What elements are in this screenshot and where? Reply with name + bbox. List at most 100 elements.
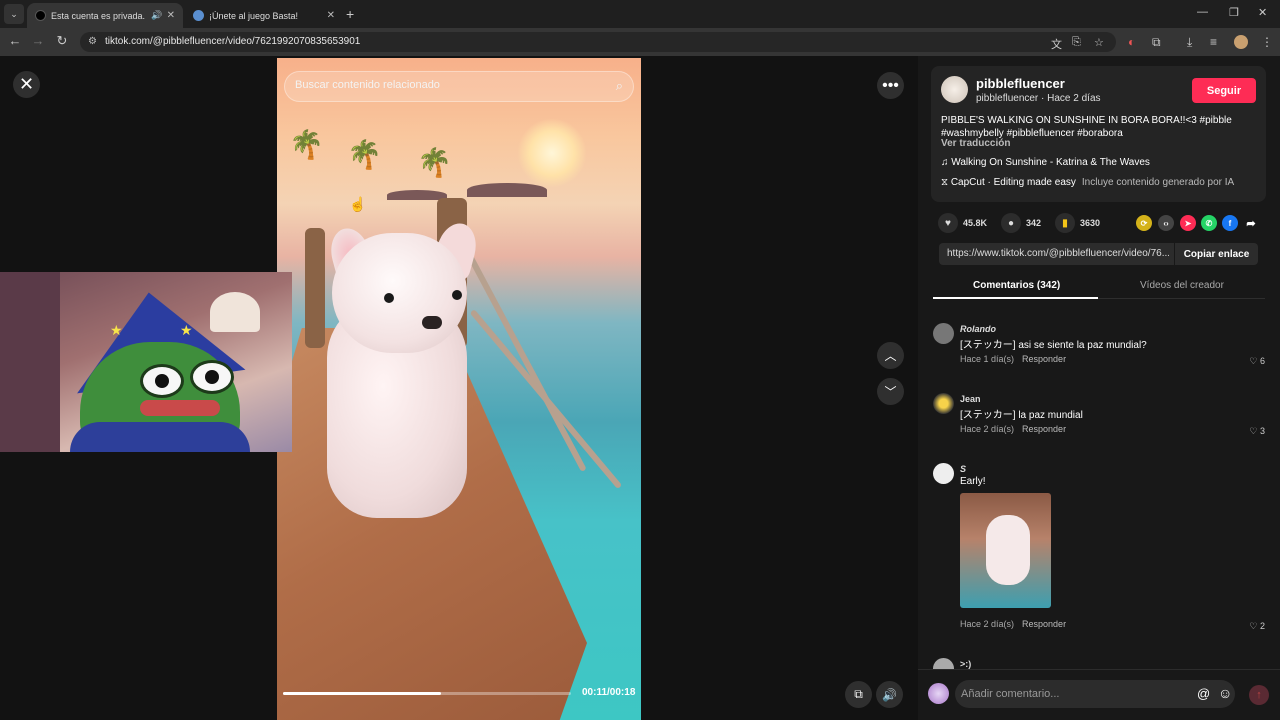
tab-close-icon[interactable]: ✕ [327, 10, 335, 21]
comment-button[interactable]: ● 342 [1001, 213, 1041, 233]
next-video-button[interactable]: ﹀ [877, 378, 904, 405]
tab-search-button[interactable]: ⌄ [4, 4, 24, 24]
webcam-overlay-image: ★ ★ ★ [0, 272, 292, 452]
commenter-avatar[interactable] [933, 393, 954, 414]
commenter-name[interactable]: Rolando [960, 324, 996, 334]
close-icon: ✕ [18, 74, 35, 94]
extensions-puzzle-icon[interactable]: ⧉ [1152, 35, 1161, 50]
progress-fill [283, 692, 442, 695]
search-icon[interactable]: ⌕ [616, 78, 623, 94]
commenter-avatar[interactable] [933, 323, 954, 344]
see-translation-link[interactable]: Ver traducción [941, 138, 1010, 149]
pepe-pupil-graphic [155, 374, 169, 388]
video-progress-bar[interactable] [283, 692, 571, 695]
commenter-name[interactable]: S [960, 464, 966, 474]
emoji-icon[interactable]: ☺ [1218, 685, 1232, 701]
send-comment-button[interactable]: ↑ [1249, 685, 1269, 705]
close-window-icon[interactable]: ✕ [1258, 6, 1267, 19]
repost-icon[interactable]: ⟳ [1136, 215, 1152, 231]
site-info-icon[interactable]: ⚙ [88, 36, 97, 47]
post-caption: PIBBLE'S WALKING ON SUNSHINE IN BORA BOR… [941, 115, 1232, 139]
comment-meta: Hace 1 día(s) Responder [960, 354, 1066, 364]
palm-graphic: 🌴 [347, 139, 382, 170]
dock-post-graphic [305, 228, 325, 348]
picture-in-picture-button[interactable]: ⧉ [845, 681, 872, 708]
basta-favicon-icon [193, 10, 204, 21]
author-name[interactable]: pibblefluencer [976, 76, 1065, 91]
embed-icon[interactable]: ‹› [1158, 215, 1174, 231]
cast-icon[interactable]: ⎘ [1072, 36, 1081, 49]
new-tab-button[interactable]: + [346, 6, 354, 22]
comment-like-button[interactable]: ♡ 6 [1249, 356, 1265, 367]
author-subtitle: pibblefluencer · Hace 2 días [976, 93, 1101, 104]
commenter-name[interactable]: >:) [960, 659, 971, 669]
follow-button[interactable]: Seguir [1192, 78, 1256, 103]
profile-avatar[interactable] [1234, 35, 1248, 49]
palm-graphic: 🌴 [417, 147, 452, 178]
bookmark-star-icon[interactable]: ☆ [1094, 36, 1104, 49]
palm-graphic: 🌴 [289, 129, 324, 160]
reload-icon[interactable]: ↻ [53, 33, 71, 49]
comment-image[interactable] [960, 493, 1051, 608]
heart-outline-icon: ♡ [1249, 426, 1260, 436]
tab-close-icon[interactable]: ✕ [167, 10, 175, 21]
more-options-button[interactable]: ••• [877, 72, 904, 99]
save-button[interactable]: ▮ 3630 [1055, 213, 1100, 233]
heart-icon: ♥ [938, 213, 958, 233]
volume-button[interactable]: 🔊 [876, 681, 903, 708]
tab-creator-videos[interactable]: Vídeos del creador [1140, 280, 1224, 291]
download-icon[interactable]: ⤓ [1187, 35, 1192, 50]
music-title: Walking On Sunshine - Katrina & The Wave… [951, 157, 1150, 168]
forward-arrow-icon[interactable]: → [29, 33, 47, 48]
like-button[interactable]: ♥ 45.8K [938, 213, 987, 233]
author-avatar[interactable] [941, 76, 968, 103]
previous-video-button[interactable]: ︿ [877, 342, 904, 369]
facebook-icon[interactable]: f [1222, 215, 1238, 231]
star-icon: ★ [110, 322, 123, 338]
minimize-icon[interactable]: — [1197, 6, 1208, 18]
reply-button[interactable]: Responder [1022, 354, 1066, 364]
mention-icon[interactable]: @ [1197, 686, 1210, 701]
dog-head-graphic [332, 233, 467, 353]
restore-icon[interactable]: ❐ [1229, 6, 1239, 19]
capcut-row[interactable]: ⧖ CapCut · Editing made easy Incluye cont… [941, 177, 1234, 188]
translate-icon[interactable]: 文 [1051, 36, 1062, 52]
arrow-up-icon: ↑ [1256, 689, 1262, 701]
reply-button[interactable]: Responder [1022, 424, 1066, 434]
media-control-icon[interactable]: ≡ [1210, 35, 1217, 49]
extension-icon[interactable]: ◐ [1128, 35, 1135, 49]
commenter-name[interactable]: Jean [960, 394, 981, 404]
related-search-input[interactable] [295, 79, 585, 91]
copy-link-button[interactable]: Copiar enlace [1174, 243, 1258, 265]
comment-input[interactable] [955, 680, 1235, 708]
reply-button[interactable]: Responder [1022, 619, 1066, 629]
related-search-box[interactable]: ⌕ [284, 71, 634, 102]
close-video-button[interactable]: ✕ [13, 71, 40, 98]
star-icon: ★ [180, 322, 193, 338]
back-arrow-icon[interactable]: ← [6, 33, 24, 48]
send-icon[interactable]: ➤ [1180, 215, 1196, 231]
speaker-icon[interactable]: 🔊 [151, 10, 162, 21]
tab-comments[interactable]: Comentarios (342) [973, 280, 1060, 291]
comment-like-button[interactable]: ♡ 2 [1249, 621, 1265, 632]
share-arrow-icon[interactable]: ➦ [1243, 215, 1259, 231]
music-row[interactable]: ♫ Walking On Sunshine - Katrina & The Wa… [941, 157, 1150, 168]
more-dots-icon: ••• [882, 76, 899, 94]
island-graphic [467, 183, 547, 197]
omnibox[interactable]: ⚙ tiktok.com/@pibblefluencer/video/76219… [80, 32, 1116, 52]
browser-tab-inactive[interactable]: ¡Únete al juego Basta! ✕ [185, 3, 343, 28]
capcut-label: CapCut · Editing made easy [950, 177, 1076, 188]
browser-tab-active[interactable]: Esta cuenta es privada. Sigu 🔊 ✕ [27, 3, 183, 28]
comment-item: Rolando [ステッカー] asi se siente la paz mun… [933, 323, 1265, 371]
commenter-avatar[interactable] [933, 463, 954, 484]
video-player[interactable]: 🌴 🌴 🌴 ⌕ ☝ 00:11/00:18 [277, 58, 641, 720]
comment-like-button[interactable]: ♡ 3 [1249, 426, 1265, 437]
save-count: 3630 [1080, 218, 1101, 228]
comment-like-count: 6 [1259, 356, 1265, 366]
comment-text: Early! [960, 476, 986, 487]
whatsapp-icon[interactable]: ✆ [1201, 215, 1217, 231]
speaker-icon: 🔊 [882, 687, 897, 702]
comment-tabs: Comentarios (342) Vídeos del creador [933, 274, 1265, 299]
dog-eye-graphic [384, 293, 394, 303]
menu-kebab-icon[interactable]: ⋮ [1261, 35, 1273, 49]
